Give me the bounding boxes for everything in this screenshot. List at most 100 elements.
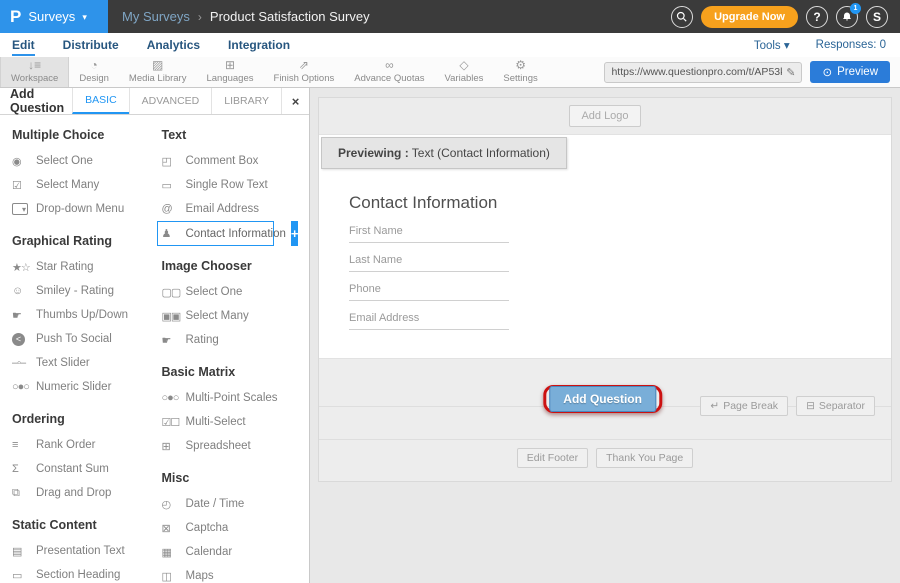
question-type-label: Comment Box [186, 155, 259, 167]
previewing-tab[interactable]: Previewing : Text (Contact Information) [321, 137, 567, 169]
media-library-toolbar-item[interactable]: ▨Media Library [119, 57, 197, 87]
avatar-initial: S [873, 10, 881, 24]
account-avatar[interactable]: S [866, 6, 888, 28]
question-type-single-row-text[interactable]: ▭Single Row Text [162, 173, 310, 197]
thank-you-page-button[interactable]: Thank You Page [596, 448, 693, 468]
question-type-label: Calendar [186, 546, 233, 558]
question-type-text-slider[interactable]: –◦–Text Slider [12, 351, 160, 375]
add-logo-button[interactable]: Add Logo [569, 105, 640, 127]
page-break-button[interactable]: ↵ Page Break [700, 396, 788, 416]
question-type-date-time[interactable]: ◴Date / Time [162, 492, 310, 516]
question-type-rank-order[interactable]: ≡Rank Order [12, 433, 160, 457]
question-type-comment-box[interactable]: ◰Comment Box [162, 149, 310, 173]
add-question-panel: Add Question BASICADVANCEDLIBRARY × Mult… [0, 88, 310, 583]
breadcrumb-my-surveys[interactable]: My Surveys [122, 9, 190, 24]
question-type-constant-sum[interactable]: ΣConstant Sum [12, 457, 160, 481]
page-break-icon: ↵ [710, 400, 719, 412]
contact-information-question[interactable]: Contact Information First NameLast NameP… [319, 167, 539, 358]
question-type-smiley-rating[interactable]: ☺Smiley - Rating [12, 279, 160, 303]
nav-tab-edit[interactable]: Edit [12, 35, 35, 56]
question-type-label: Presentation Text [36, 545, 125, 557]
push-to-social-icon: < [12, 333, 25, 346]
question-type-presentation-text[interactable]: ▤Presentation Text [12, 539, 160, 563]
select-many-icon: ▣▣ [162, 310, 186, 323]
languages-icon: ⊞ [225, 59, 235, 72]
toolbar-item-label: Variables [445, 73, 484, 84]
add-selected-question-button[interactable]: + [291, 221, 299, 246]
question-type-star-rating[interactable]: ★☆Star Rating [12, 255, 160, 279]
upgrade-now-button[interactable]: Upgrade Now [701, 6, 798, 28]
question-type-rating[interactable]: ☛Rating [162, 328, 310, 352]
question-type-maps[interactable]: ◫Maps [162, 564, 310, 583]
drag-and-drop-icon: ⧉ [12, 487, 36, 500]
question-type-select-many[interactable]: ▣▣Select Many [162, 304, 310, 328]
question-type-drag-and-drop[interactable]: ⧉Drag and Drop [12, 481, 160, 505]
panel-tab-advanced[interactable]: ADVANCED [129, 88, 212, 114]
edit-footer-button[interactable]: Edit Footer [517, 448, 588, 468]
notifications-button[interactable]: 1 [836, 6, 858, 28]
search-button[interactable] [671, 6, 693, 28]
spreadsheet-icon: ⊞ [162, 440, 186, 453]
variables-toolbar-item[interactable]: ◇Variables [435, 57, 494, 87]
breadcrumb-separator-icon: › [198, 10, 202, 24]
question-group-text: Text◰Comment Box▭Single Row Text@Email A… [162, 128, 310, 246]
workspace-icon: ↓≡ [28, 59, 41, 72]
responses-count[interactable]: Responses: 0 [816, 39, 886, 51]
question-type-contact-information[interactable]: ♟Contact Information+ [157, 221, 274, 246]
tools-menu[interactable]: Tools ▾ [754, 38, 790, 52]
section-nav: Edit Distribute Analytics Integration Tools… [0, 33, 900, 57]
question-type-label: Numeric Slider [36, 381, 111, 393]
question-type-multi-select[interactable]: ☑☐Multi-Select [162, 410, 310, 434]
captcha-icon: ⊠ [162, 522, 186, 535]
close-panel-button[interactable]: × [281, 88, 309, 114]
advance-quotas-toolbar-item[interactable]: ∞Advance Quotas [344, 57, 434, 87]
question-type-thumbs-up-down[interactable]: ☛Thumbs Up/Down [12, 303, 160, 327]
variables-icon: ◇ [459, 59, 468, 72]
question-type-section-heading[interactable]: ▭Section Heading [12, 563, 160, 583]
form-field-email-address: Email Address [349, 312, 509, 330]
panel-tab-basic[interactable]: BASIC [72, 88, 129, 114]
help-button[interactable]: ? [806, 6, 828, 28]
question-type-drop-down-menu[interactable]: ▾Drop-down Menu [12, 197, 160, 221]
edit-url-icon[interactable]: ✎ [786, 66, 795, 79]
question-type-email-address[interactable]: @Email Address [162, 197, 310, 221]
product-switcher[interactable]: P Surveys ▾ [0, 0, 108, 33]
chevron-down-icon: ▾ [82, 12, 87, 23]
media-library-icon: ▨ [152, 59, 163, 72]
question-group-multiple-choice: Multiple Choice◉Select One☑Select Many▾D… [12, 128, 160, 221]
finish-options-toolbar-item[interactable]: ⇗Finish Options [264, 57, 345, 87]
editor-toolbar: ↓≡Workspace◔Design▨Media Library⊞Languag… [0, 57, 900, 88]
design-toolbar-item[interactable]: ◔Design [69, 57, 119, 87]
topbar-actions: Upgrade Now ? 1 S [671, 0, 900, 33]
question-type-select-one[interactable]: ◉Select One [12, 149, 160, 173]
question-type-label: Contact Information [186, 228, 286, 240]
question-type-select-many[interactable]: ☑Select Many [12, 173, 160, 197]
question-type-calendar[interactable]: ▦Calendar [162, 540, 310, 564]
settings-toolbar-item[interactable]: ⚙Settings [493, 57, 547, 87]
toolbar-item-label: Languages [206, 73, 253, 84]
nav-tab-integration[interactable]: Integration [228, 35, 290, 56]
question-column-2: Text◰Comment Box▭Single Row Text@Email A… [160, 115, 310, 583]
question-type-label: Email Address [186, 203, 260, 215]
question-type-captcha[interactable]: ⊠Captcha [162, 516, 310, 540]
break-buttons: ↵ Page Break ⊟ Separator [700, 396, 875, 416]
question-type-spreadsheet[interactable]: ⊞Spreadsheet [162, 434, 310, 458]
panel-tab-library[interactable]: LIBRARY [211, 88, 281, 114]
languages-toolbar-item[interactable]: ⊞Languages [196, 57, 263, 87]
advance-quotas-icon: ∞ [385, 59, 394, 72]
question-type-multi-point-scales[interactable]: ○●○Multi-Point Scales [162, 386, 310, 410]
question-type-label: Star Rating [36, 261, 94, 273]
workspace-toolbar-item[interactable]: ↓≡Workspace [0, 57, 69, 87]
question-type-select-one[interactable]: ▢▢Select One [162, 280, 310, 304]
nav-tab-analytics[interactable]: Analytics [147, 35, 200, 56]
preview-button[interactable]: ⊙ Preview [810, 61, 890, 83]
nav-tab-distribute[interactable]: Distribute [63, 35, 119, 56]
question-type-label: Push To Social [36, 333, 112, 345]
question-type-numeric-slider[interactable]: ○●○Numeric Slider [12, 375, 160, 399]
question-type-label: Select Many [186, 310, 249, 322]
survey-page: Add Logo Previewing : Text (Contact Info… [318, 97, 892, 482]
separator-button[interactable]: ⊟ Separator [796, 396, 875, 416]
question-type-push-to-social[interactable]: < Push To Social [12, 327, 160, 351]
survey-url-field[interactable]: https://www.questionpro.com/t/AP53kZgUI … [604, 62, 802, 83]
add-question-button[interactable]: Add Question [549, 386, 656, 412]
